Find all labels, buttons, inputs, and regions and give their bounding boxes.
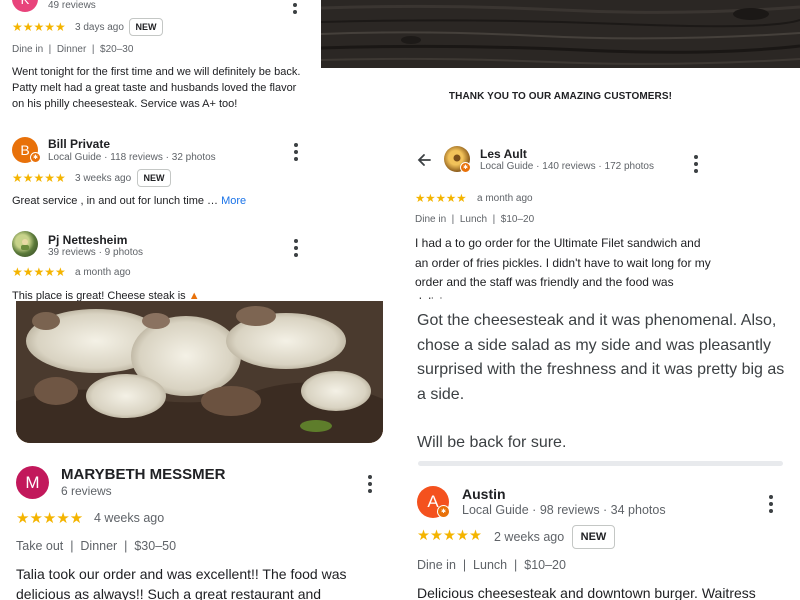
review-text: I had a to go order for the Ultimate Fil… <box>415 236 711 299</box>
more-options-icon[interactable] <box>367 473 373 494</box>
reviewer-name[interactable]: Bill Private <box>48 137 110 151</box>
review-card-pj: Pj Nettesheim 39 reviews · 9 photos ★★★★… <box>0 225 318 301</box>
review-card-austin: A ✱ Austin Local Guide · 98 reviews · 34… <box>404 471 800 600</box>
new-badge: NEW <box>572 525 615 549</box>
local-guide-icon: ✱ <box>30 152 41 163</box>
cheesesteak-photo[interactable] <box>16 301 383 443</box>
fire-emoji-icon: ▲ <box>188 290 200 301</box>
more-options-icon[interactable] <box>693 153 699 174</box>
avatar-photo-icon <box>21 239 29 250</box>
review-text: Went tonight for the first time and we w… <box>12 66 301 110</box>
star-rating: ★★★★★ <box>12 20 66 34</box>
review-panel-top-left: K 49 reviews ★★★★★ 3 days ago NEW Dine i… <box>0 0 318 135</box>
new-badge: NEW <box>129 18 163 36</box>
review-text: Delicious cheesesteak and downtown burge… <box>417 585 756 600</box>
review-text: This place is great! Cheese steak is ▲ <box>12 290 200 301</box>
thank-you-heading: THANK YOU TO OUR AMAZING CUSTOMERS! <box>448 91 673 102</box>
local-guide-icon: ✱ <box>437 505 450 518</box>
review-date: 4 weeks ago <box>94 511 165 525</box>
reviewer-meta: Local Guide · 140 reviews · 172 photos <box>480 161 654 172</box>
back-arrow-icon[interactable] <box>416 152 432 168</box>
reviewer-reviews-count: 49 reviews <box>48 0 96 11</box>
star-rating: ★★★★★ <box>417 528 482 544</box>
reviewer-name[interactable]: MARYBETH MESSMER <box>61 466 225 483</box>
review-date: 3 days ago <box>75 22 124 33</box>
cheesesteak-image <box>16 301 383 443</box>
reviewer-name[interactable]: Pj Nettesheim <box>48 233 127 247</box>
star-rating: ★★★★★ <box>12 171 66 185</box>
review-card-les: ✱ Les Ault Local Guide · 140 reviews · 1… <box>404 136 800 301</box>
star-rating: ★★★★★ <box>12 265 66 279</box>
review-text-closing: Will be back for sure. <box>417 434 567 451</box>
star-rating: ★★★★★ <box>16 510 84 527</box>
review-text: Talia took our order and was excellent!!… <box>16 566 347 600</box>
more-options-icon[interactable] <box>293 237 299 258</box>
reviewer-name[interactable]: Les Ault <box>480 147 527 161</box>
reviewer-name[interactable]: Austin <box>462 486 506 502</box>
review-text-content: Great service , in and out for lunch tim… <box>12 195 222 207</box>
reviewer-meta: Local Guide · 118 reviews · 32 photos <box>48 152 216 163</box>
review-text: Great service , in and out for lunch tim… <box>12 195 246 207</box>
reviewer-meta: Local Guide · 98 reviews · 34 photos <box>462 503 666 517</box>
avatar[interactable]: K <box>12 0 38 12</box>
review-text: Got the cheesesteak and it was phenomena… <box>417 312 785 403</box>
review-date: a month ago <box>477 193 533 204</box>
visit-details: Dine in | Dinner | $20–30 <box>12 44 134 55</box>
more-link[interactable]: More <box>221 195 246 207</box>
review-date: a month ago <box>75 267 131 278</box>
wood-texture <box>321 0 800 68</box>
more-options-icon[interactable] <box>293 141 299 162</box>
avatar[interactable]: M <box>16 466 49 499</box>
reviewer-meta: 39 reviews · 9 photos <box>48 247 144 258</box>
review-text-content: This place is great! Cheese steak is <box>12 290 189 301</box>
visit-details: Dine in | Lunch | $10–20 <box>415 214 535 225</box>
avatar[interactable] <box>12 231 38 257</box>
review-date: 3 weeks ago <box>75 173 132 184</box>
local-guide-icon: ✱ <box>460 162 471 173</box>
review-text-block: Got the cheesesteak and it was phenomena… <box>404 301 800 471</box>
star-rating: ★★★★★ <box>415 193 467 205</box>
review-date: 2 weeks ago <box>494 530 565 544</box>
divider <box>418 461 783 466</box>
reviewer-meta: 6 reviews <box>61 484 112 498</box>
wood-banner <box>321 0 800 68</box>
review-card-marybeth: M MARYBETH MESSMER 6 reviews ★★★★★ 4 wee… <box>0 452 392 600</box>
more-options-icon[interactable] <box>768 493 774 514</box>
more-options-icon[interactable] <box>292 0 298 15</box>
new-badge: NEW <box>137 169 171 187</box>
visit-details: Take out | Dinner | $30–50 <box>16 539 177 553</box>
visit-details: Dine in | Lunch | $10–20 <box>417 558 566 572</box>
review-card-bill: B ✱ Bill Private Local Guide · 118 revie… <box>0 135 318 225</box>
